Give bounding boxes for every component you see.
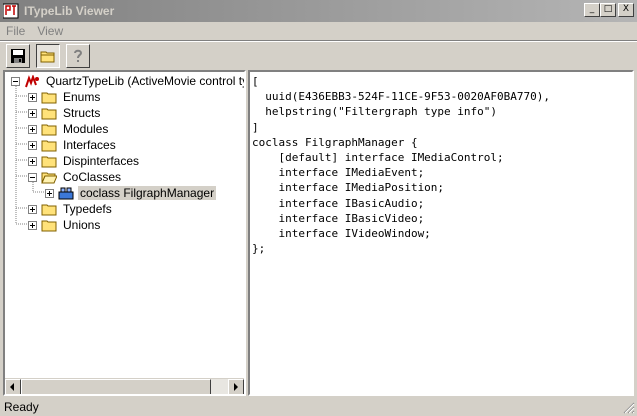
expand-icon[interactable] [28, 124, 37, 134]
folder-icon [41, 219, 57, 232]
folder-icon [41, 155, 57, 168]
idl-line: [default] interface IMediaControl; [252, 151, 504, 165]
minimize-icon: _ [589, 4, 595, 14]
coclass-icon [58, 187, 74, 200]
expand-icon[interactable] [28, 92, 37, 102]
idl-line: coclass FilgraphManager { [252, 135, 418, 149]
tree-root-node[interactable]: QuartzTypeLib (ActiveMovie control type [11, 73, 244, 89]
idl-line: interface IBasicVideo; [252, 211, 425, 225]
tree-item-label: Interfaces [63, 138, 116, 152]
toolbar [0, 42, 637, 70]
typelib-app-icon[interactable] [2, 3, 19, 19]
folder-icon [41, 91, 57, 104]
idl-line: uuid(E436EBB3-524F-11CE-9F53-0020AF0BA77… [252, 90, 551, 104]
tree-item-label: CoClasses [63, 170, 122, 184]
expand-icon[interactable] [28, 140, 37, 150]
save-button[interactable] [6, 44, 30, 68]
scroll-thumb[interactable] [21, 379, 211, 394]
tree-item-dispinterfaces[interactable]: Dispinterfaces [28, 153, 141, 169]
close-button[interactable]: X [618, 3, 634, 17]
tree-item-label: coclass FilgraphManager [78, 186, 217, 200]
open-folder-icon [41, 171, 58, 184]
tree-item-coclasses[interactable]: CoClasses [28, 169, 123, 185]
menu-view[interactable]: View [31, 24, 69, 38]
tree-pane[interactable]: QuartzTypeLib (ActiveMovie control type … [3, 70, 246, 396]
idl-line: interface IVideoWindow; [252, 227, 431, 241]
save-icon [11, 49, 25, 63]
close-icon: X [622, 4, 630, 14]
scroll-left-button[interactable] [5, 379, 21, 394]
resize-grip-icon[interactable] [623, 402, 635, 414]
expand-icon[interactable] [28, 156, 37, 166]
tree-item-label: Enums [63, 90, 101, 104]
open-button[interactable] [36, 44, 60, 68]
status-bar: Ready [0, 398, 637, 416]
type-tree[interactable]: QuartzTypeLib (ActiveMovie control type … [5, 72, 244, 378]
folder-icon [41, 139, 57, 152]
title-bar: ITypeLib Viewer _ □ X [0, 0, 637, 22]
menu-file[interactable]: File [0, 24, 31, 38]
collapse-icon[interactable] [11, 76, 20, 86]
tree-item-interfaces[interactable]: Interfaces [28, 137, 118, 153]
folder-icon [41, 107, 57, 120]
idl-pane[interactable]: [ uuid(E436EBB3-524F-11CE-9F53-0020AF0BA… [248, 70, 634, 396]
help-button[interactable] [66, 44, 90, 68]
status-text: Ready [4, 400, 39, 414]
idl-line: interface IMediaEvent; [252, 166, 425, 180]
tree-item-unions[interactable]: Unions [28, 217, 102, 233]
idl-text[interactable]: [ uuid(E436EBB3-524F-11CE-9F53-0020AF0BA… [250, 72, 632, 256]
tree-item-typedefs[interactable]: Typedefs [28, 201, 114, 217]
idl-line: interface IMediaPosition; [252, 181, 445, 195]
help-icon [74, 49, 83, 62]
tree-item-label: Typedefs [63, 202, 112, 216]
idl-line: [ [252, 75, 259, 88]
idl-line: helpstring("Filtergraph type info") [252, 105, 498, 119]
scroll-right-button[interactable] [228, 379, 244, 394]
tree-item-filgraphmanager[interactable]: coclass FilgraphManager [45, 185, 217, 201]
maximize-icon: □ [603, 4, 613, 14]
idl-line: interface IBasicAudio; [252, 196, 425, 210]
folder-icon [41, 123, 57, 136]
expand-icon[interactable] [28, 204, 37, 214]
expand-icon[interactable] [28, 220, 37, 230]
idl-line: ] [252, 120, 259, 134]
tree-item-modules[interactable]: Modules [28, 121, 110, 137]
collapse-icon[interactable] [28, 172, 37, 182]
idl-line: }; [252, 242, 266, 256]
tree-item-label: Structs [63, 106, 101, 120]
window-title: ITypeLib Viewer [24, 4, 115, 18]
menu-bar: File View [0, 22, 637, 40]
typelib-icon [24, 73, 40, 88]
arrow-left-icon [10, 383, 14, 391]
tree-item-label: Unions [63, 218, 101, 232]
tree-item-structs[interactable]: Structs [28, 105, 102, 121]
tree-root-label: QuartzTypeLib (ActiveMovie control type [46, 74, 244, 88]
folder-icon [41, 203, 57, 216]
tree-item-enums[interactable]: Enums [28, 89, 102, 105]
arrow-right-icon [234, 383, 238, 391]
minimize-button[interactable]: _ [584, 3, 600, 17]
folder-icon [40, 51, 55, 63]
expand-icon[interactable] [45, 188, 54, 198]
maximize-button[interactable]: □ [600, 3, 616, 17]
expand-icon[interactable] [28, 108, 37, 118]
horizontal-scrollbar[interactable] [5, 378, 244, 394]
tree-item-label: Modules [63, 122, 109, 136]
tree-item-label: Dispinterfaces [63, 154, 140, 168]
